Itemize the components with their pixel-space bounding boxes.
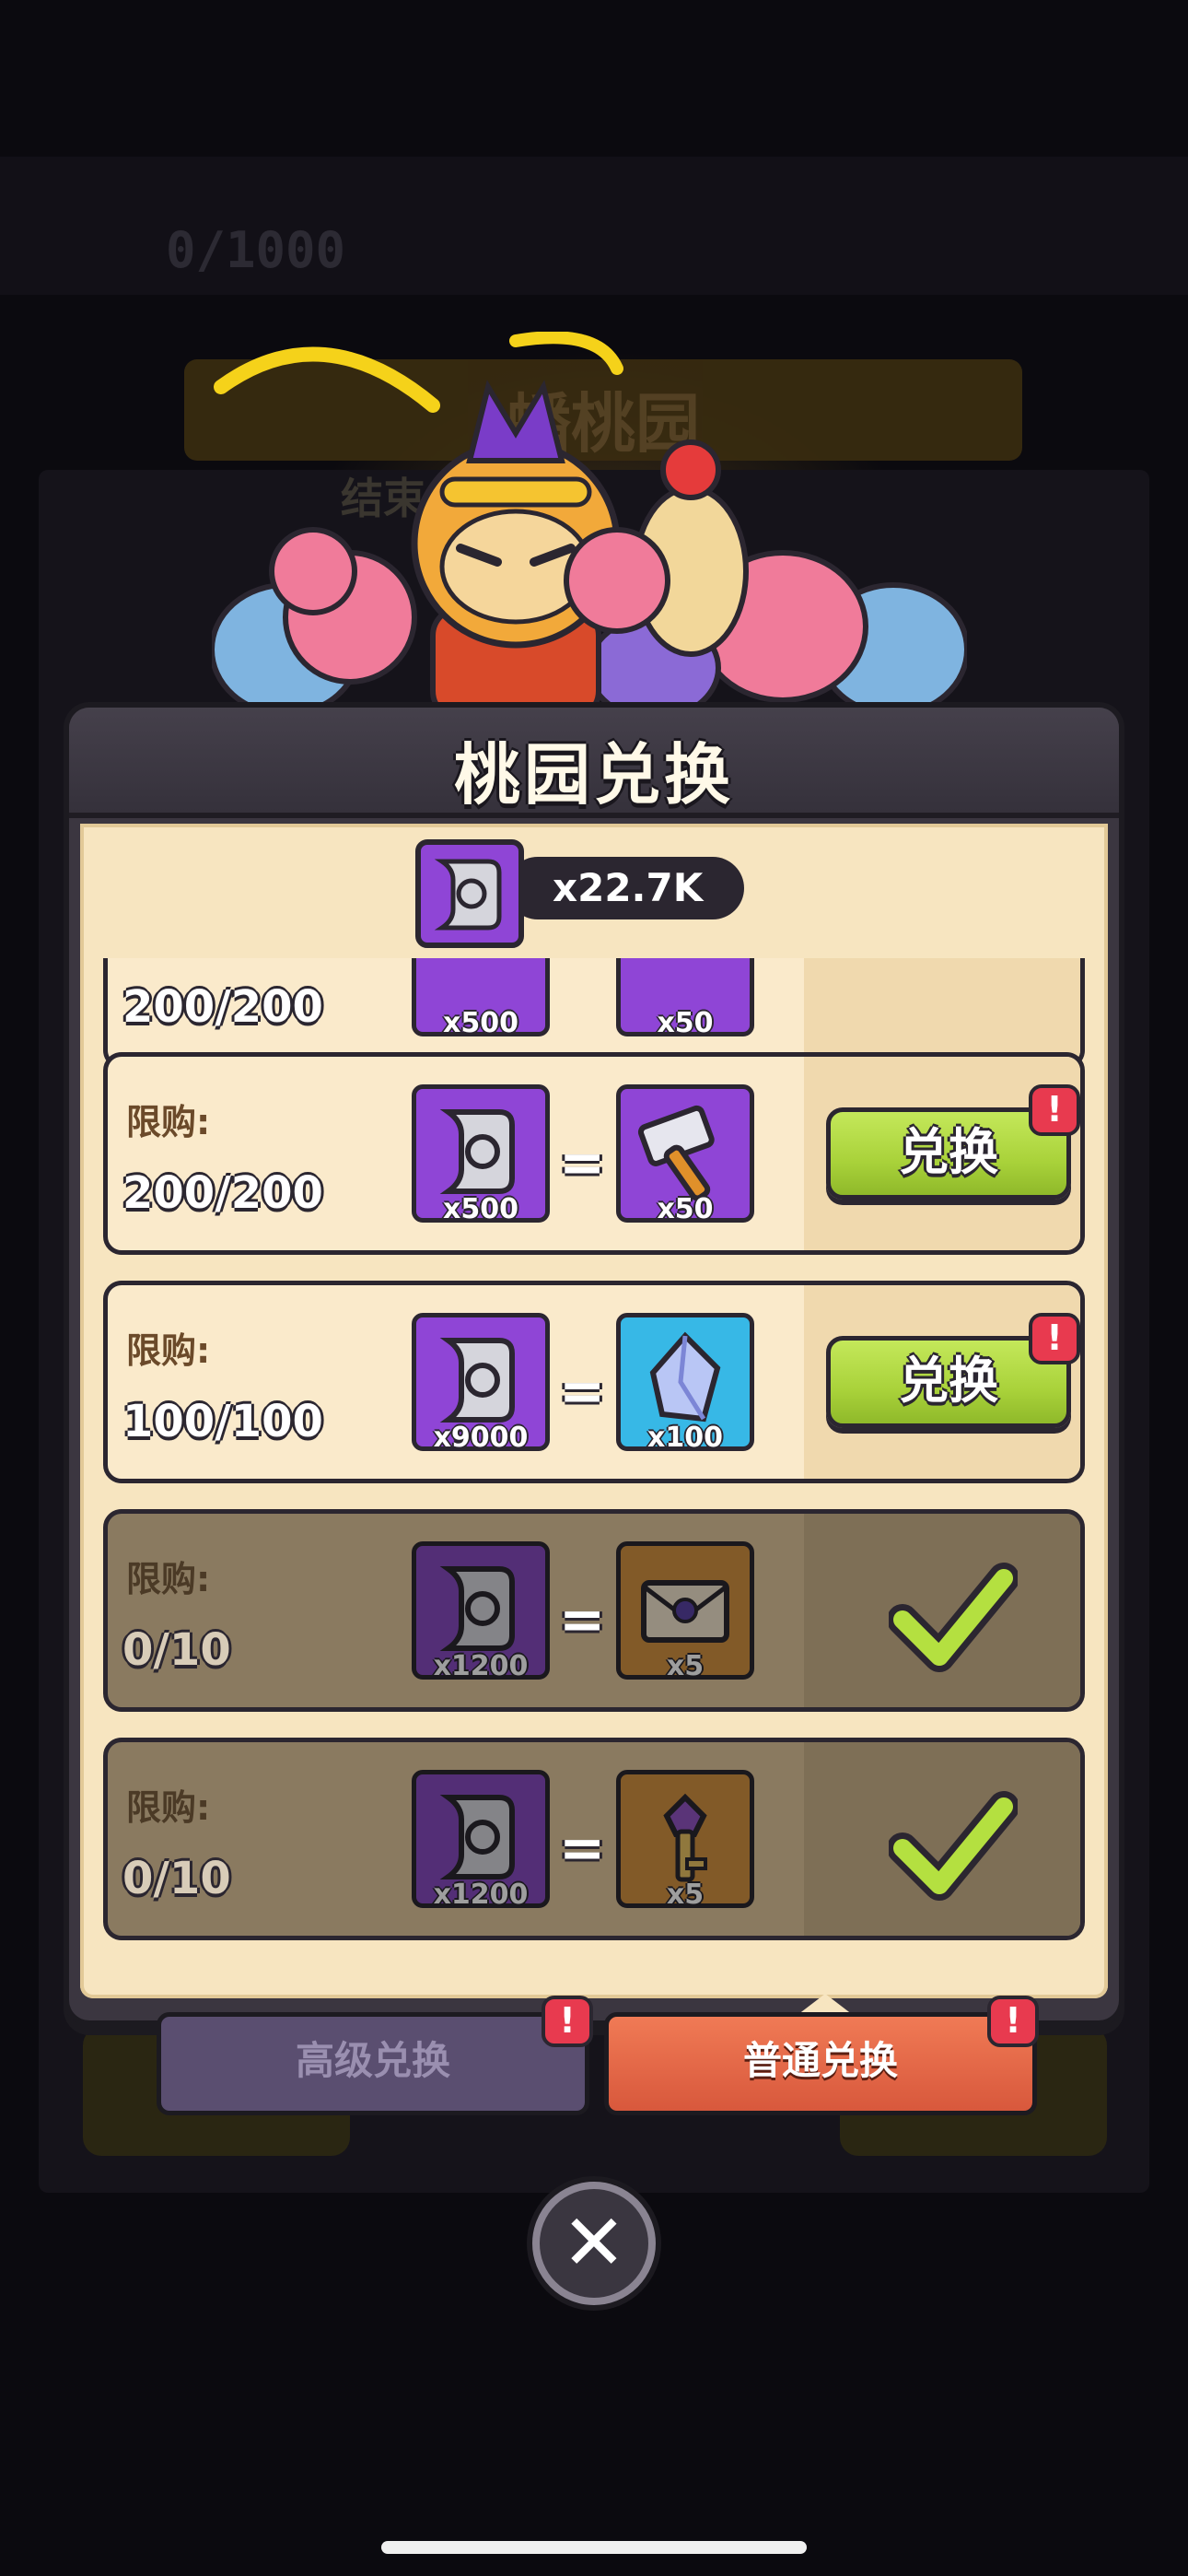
modal-header: 桃园兑换 (69, 708, 1119, 818)
balance-amount: x22.7K (507, 857, 744, 919)
cost-count: x500 (443, 1007, 518, 1039)
limit-label: 限购: (126, 1102, 211, 1142)
limit-label: 限购: (126, 1559, 211, 1599)
tab-normal-exchange[interactable]: 普通兑换 (604, 2012, 1037, 2115)
normal-tab-badge: ! (987, 1996, 1039, 2047)
cost-item: x1200 (412, 1541, 550, 1682)
modal-title: 桃园兑换 (453, 736, 734, 814)
limit-value: 0/10 (122, 1853, 231, 1904)
scroll-currency-icon (415, 839, 524, 948)
limit-label: 限购: (126, 1330, 211, 1371)
equals-sign: = (559, 1816, 606, 1880)
limit-value: 0/10 (122, 1624, 231, 1676)
exchange-row-completed: 限购: 0/10 x1200 = x5 (103, 1509, 1085, 1712)
reward-count: x5 (666, 1650, 705, 1682)
tab-advanced-exchange[interactable]: 高级兑换 (157, 2012, 589, 2115)
currency-balance: x22.7K (414, 839, 764, 948)
cost-item: x1200 (412, 1770, 550, 1911)
reward-item: x5 (616, 1541, 754, 1682)
limit-value: 100/100 (122, 1396, 323, 1447)
cost-item: x500 (412, 1084, 550, 1225)
row-action-area (804, 958, 1080, 1064)
advanced-tab-badge: ! (542, 1996, 593, 2047)
exchange-row: 限购: 200/200 x500 = x50 兑换 ! (103, 1052, 1085, 1255)
equals-sign: = (559, 1587, 606, 1652)
reward-count: x5 (666, 1879, 705, 1911)
cost-count: x1200 (433, 1650, 529, 1682)
cost-item: x500 (412, 958, 550, 1039)
exchange-list[interactable]: 200/200 x500 x50 限购: 200/200 x500 = x50 … (0, 958, 1188, 1972)
close-icon: ✕ (561, 2197, 627, 2288)
checkmark-icon (889, 1563, 1018, 1672)
alert-badge: ! (1029, 1084, 1080, 1136)
background-counter: 0/1000 (166, 221, 346, 279)
exchange-row-completed: 限购: 0/10 x1200 = x5 (103, 1738, 1085, 1940)
limit-label: 限购: (126, 1787, 211, 1828)
checkmark-icon (889, 1791, 1018, 1901)
monkey-king-character (212, 332, 967, 719)
equals-sign: = (559, 1359, 606, 1423)
cost-count: x1200 (433, 1879, 529, 1911)
cost-count: x500 (443, 1193, 518, 1225)
reward-item: x50 (616, 958, 754, 1039)
home-indicator[interactable] (381, 2541, 807, 2554)
reward-count: x50 (657, 1007, 714, 1039)
reward-item: x50 (616, 1084, 754, 1225)
reward-count: x100 (647, 1422, 723, 1454)
cost-count: x9000 (433, 1422, 529, 1454)
reward-item: x100 (616, 1313, 754, 1454)
limit-value: 200/200 (122, 1167, 323, 1219)
close-button[interactable]: ✕ (532, 2182, 656, 2305)
equals-sign: = (559, 1130, 606, 1195)
alert-badge: ! (1029, 1313, 1080, 1364)
cost-item: x9000 (412, 1313, 550, 1454)
exchange-row: 限购: 100/100 x9000 = x100 兑换 ! (103, 1281, 1085, 1483)
reward-count: x50 (657, 1193, 714, 1225)
reward-item: x5 (616, 1770, 754, 1911)
limit-value: 200/200 (122, 981, 323, 1033)
